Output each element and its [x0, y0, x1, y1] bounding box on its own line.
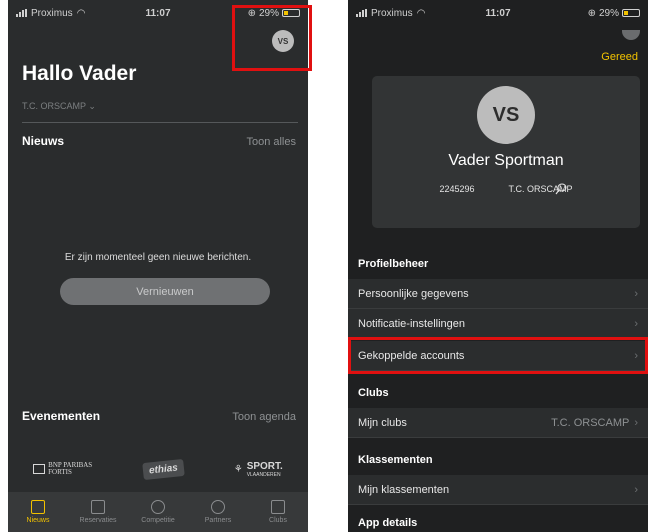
tab-reservaties[interactable]: Reservaties: [69, 500, 127, 524]
sport-logo-text-1: SPORT.: [246, 460, 283, 472]
avatar-highlight-box: [232, 5, 312, 71]
home-screen: Proximus ◠ 11:07 ⊕ 29% VS Hallo Vader T.…: [8, 0, 308, 532]
news-icon: [31, 500, 45, 514]
battery-percent: 29%: [598, 7, 619, 19]
clubs-icon: [271, 500, 285, 514]
section-clubs: Clubs: [358, 387, 389, 399]
row-label: Mijn clubs: [358, 416, 407, 429]
profile-sheet: Proximus ◠ 11:07 ⊕ 29% Gereed VS Vader S…: [348, 0, 648, 532]
row-personal-data[interactable]: Persoonlijke gegevens ›: [348, 279, 648, 309]
section-app-details: App details: [358, 517, 418, 529]
news-header: Nieuws Toon alles: [22, 134, 296, 148]
tab-partners[interactable]: Partners: [189, 500, 247, 524]
status-bar: Proximus ◠ 11:07 ⊕ 29%: [348, 0, 648, 26]
row-label: Mijn klassementen: [358, 483, 450, 496]
calendar-icon: [91, 500, 105, 514]
chevron-right-icon: ›: [634, 287, 638, 300]
sport-vlaanderen-logo[interactable]: ⚘ SPORT. VLAANDEREN: [234, 461, 283, 478]
sport-logo-text-2: VLAANDEREN: [246, 471, 281, 478]
events-title: Evenementen: [22, 409, 101, 423]
events-header: Evenementen Toon agenda: [22, 409, 296, 423]
background-avatar: [622, 30, 640, 40]
tab-label: Competitie: [141, 517, 175, 524]
profile-card: VS Vader Sportman 2245296 T.C. ORSCAMP: [372, 76, 640, 228]
tab-competitie[interactable]: Competitie: [129, 500, 187, 524]
sponsor-strip: BNP PARIBAS FORTIS ethias ⚘ SPORT. VLAANDE…: [8, 456, 308, 482]
divider: [22, 122, 298, 123]
carrier-label: Proximus: [371, 7, 413, 19]
row-label: Notificatie-instellingen: [358, 317, 465, 330]
row-notification-settings[interactable]: Notificatie-instellingen ›: [348, 309, 648, 339]
handshake-icon: [211, 500, 225, 514]
tab-label: Partners: [204, 517, 232, 524]
bnp-logo-text-2: FORTIS: [48, 468, 72, 476]
club-selector[interactable]: T.C. ORSCAMP ⌄: [22, 101, 96, 112]
ball-icon: [151, 500, 165, 514]
bnp-logo-mark: [33, 464, 46, 474]
show-agenda-link[interactable]: Toon agenda: [232, 411, 296, 423]
empty-news-message: Er zijn momenteel geen nieuwe berichten.: [64, 252, 252, 263]
tab-nieuws[interactable]: Nieuws: [9, 500, 67, 524]
done-button[interactable]: Gereed: [601, 51, 638, 63]
greeting-title: Hallo Vader: [22, 62, 137, 85]
sport-logo-mark: ⚘: [233, 463, 243, 475]
section-profielbeheer: Profielbeheer: [358, 258, 429, 270]
battery-icon: [622, 9, 640, 17]
chevron-right-icon: ›: [634, 416, 638, 429]
bottom-tab-bar: Nieuws Reservaties Competitie Partners C…: [8, 492, 308, 532]
profile-avatar: VS: [477, 86, 535, 144]
news-title: Nieuws: [22, 134, 65, 148]
chevron-down-icon: ⌄: [88, 101, 96, 111]
wifi-icon: ◠: [76, 7, 86, 19]
profile-club: T.C. ORSCAMP: [508, 184, 573, 194]
member-number: 2245296: [439, 184, 475, 194]
orientation-lock-icon: ⊕: [587, 7, 596, 19]
chevron-right-icon: ›: [634, 317, 638, 330]
tab-label: Clubs: [269, 517, 287, 524]
tab-label: Reservaties: [79, 517, 117, 524]
row-label: Persoonlijke gegevens: [358, 287, 469, 300]
profile-meta: 2245296 T.C. ORSCAMP: [372, 184, 640, 194]
refresh-button[interactable]: Vernieuwen: [60, 278, 270, 305]
signal-icon: [356, 9, 367, 17]
row-my-clubs[interactable]: Mijn clubs T.C. ORSCAMP ›: [348, 408, 648, 438]
tab-label: Nieuws: [26, 517, 50, 524]
linked-accounts-highlight-box: [348, 337, 648, 374]
row-my-rankings[interactable]: Mijn klassementen ›: [348, 475, 648, 505]
chevron-right-icon: ›: [634, 483, 638, 496]
ethias-logo[interactable]: ethias: [141, 458, 185, 480]
my-clubs-value: T.C. ORSCAMP: [551, 416, 630, 429]
wifi-icon: ◠: [416, 7, 426, 19]
section-klassementen: Klassementen: [358, 454, 433, 466]
status-time: 11:07: [485, 7, 511, 19]
tab-clubs[interactable]: Clubs: [249, 500, 307, 524]
profile-name: Vader Sportman: [448, 152, 564, 169]
show-all-link[interactable]: Toon alles: [246, 136, 296, 148]
status-time: 11:07: [145, 7, 171, 19]
club-selector-label: T.C. ORSCAMP: [22, 101, 86, 111]
bnp-paribas-logo[interactable]: BNP PARIBAS FORTIS: [33, 462, 92, 476]
carrier-label: Proximus: [31, 7, 73, 19]
signal-icon: [16, 9, 27, 17]
